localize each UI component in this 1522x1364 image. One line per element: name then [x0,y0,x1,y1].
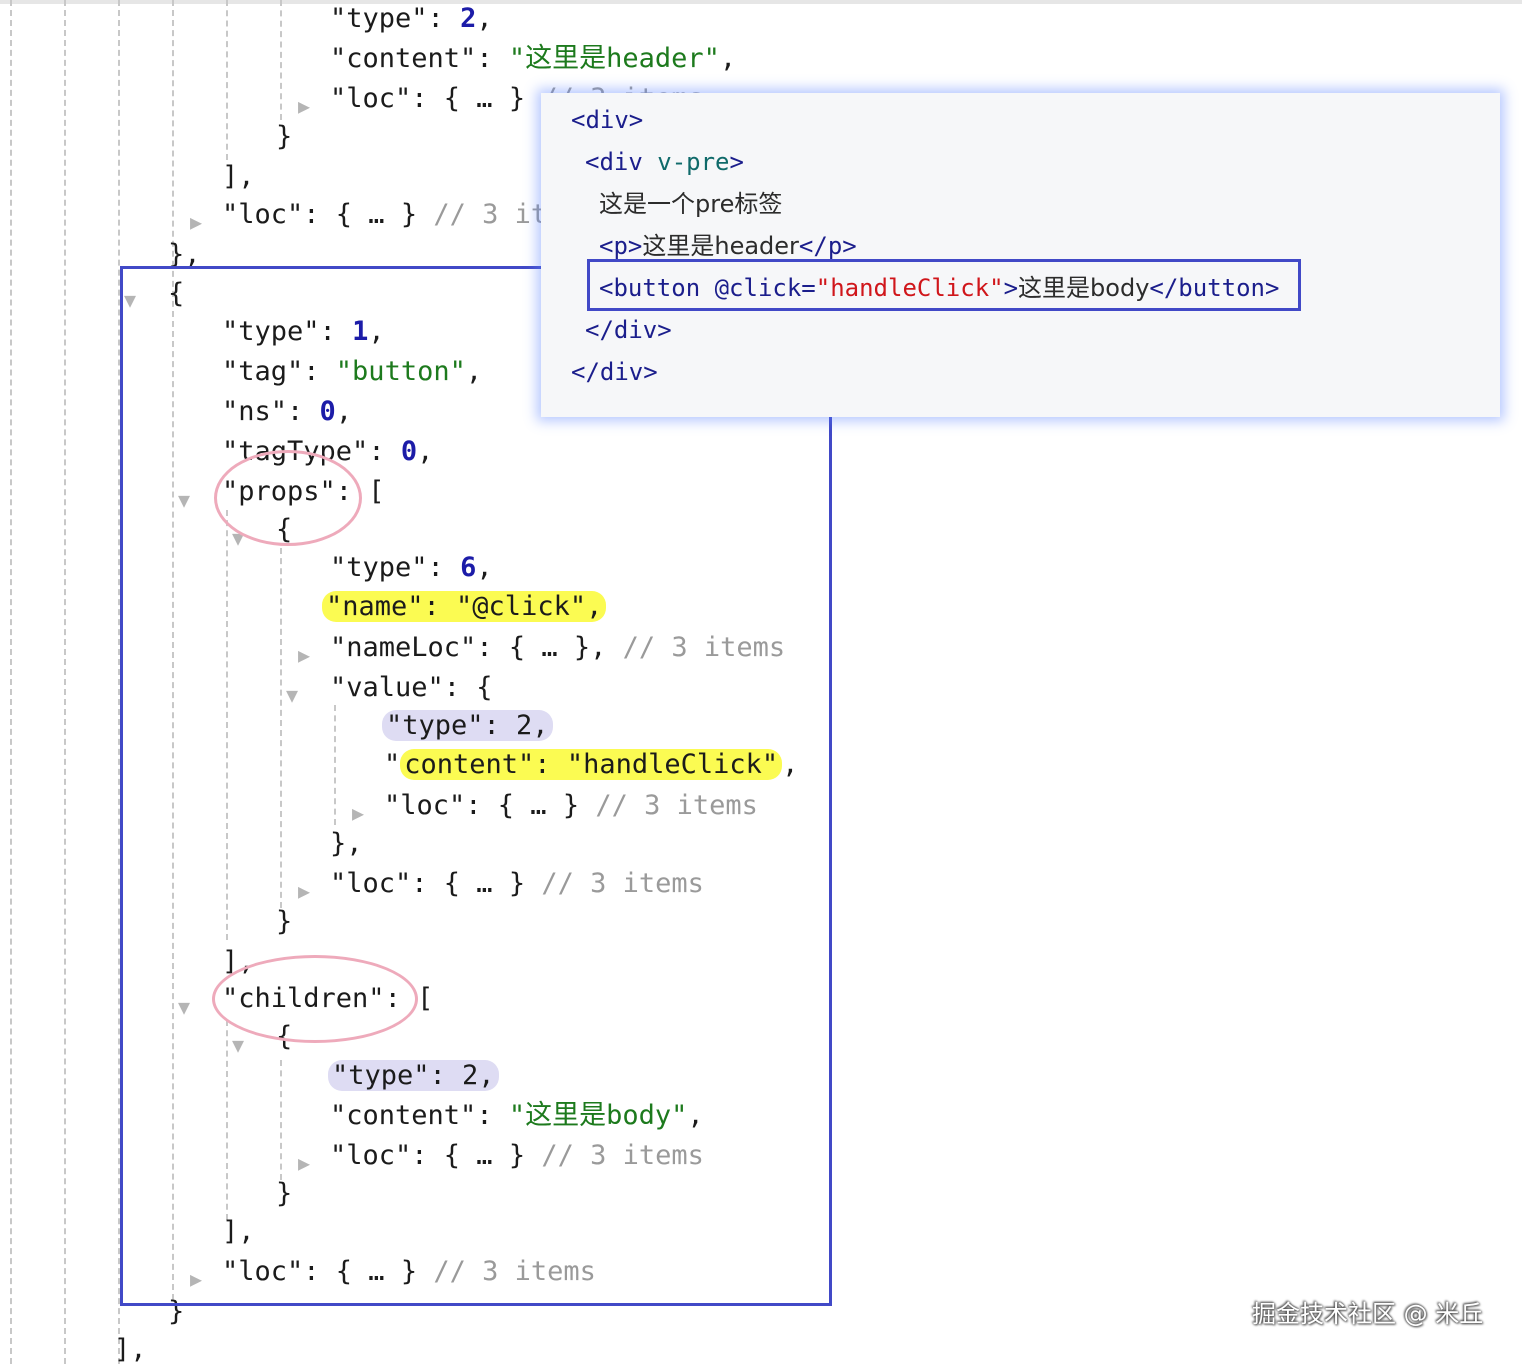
annotation-box-button-tag [587,259,1301,311]
template-line: <div> [571,105,643,135]
json-key: "loc" [330,83,412,114]
json-punct: : [476,43,509,74]
template-line: <div v-pre> [585,147,744,177]
annotation-circle-props [214,450,362,546]
template-line: </div> [571,357,658,387]
json-string: "这里是header" [508,43,720,74]
tag-token: <p> [599,232,643,260]
tag-token: </p> [798,232,857,260]
indent-guide [280,0,282,120]
top-border [0,0,1522,4]
expand-arrow-icon[interactable]: ▶ [298,96,310,116]
indent-guide [226,0,228,160]
tag-token: > [729,148,744,176]
json-punct: } [276,121,293,152]
annotation-circle-children [212,955,418,1043]
json-line: ], [222,158,255,196]
json-punct: , [476,3,493,34]
json-line: ], [114,1331,147,1364]
expand-arrow-icon[interactable]: ▶ [190,212,202,232]
json-viewer: ▶ ▶ ▼ ▼ ▼ ▶ ▼ ▶ ▶ ▼ ▼ ▶ ▶ "type": 2, "con… [0,0,1522,1364]
template-text: 这是一个pre标签 [599,190,783,218]
json-line: "content": "这里是header", [330,40,736,78]
json-key: "loc" [222,199,304,230]
json-punct: , [719,43,737,74]
indent-guide [10,0,12,1364]
tag-token: </div> [585,316,672,344]
attribute-name: v-pre [657,148,730,176]
template-line: </div> [585,315,672,345]
tag-token: <div [585,148,658,176]
json-punct: : { … } [303,199,434,230]
watermark: 掘金技术社区 @ 米丘 [1252,1300,1484,1328]
template-line: <p>这里是header</p> [599,231,857,261]
json-number: 2 [460,3,477,34]
json-punct: : [427,3,461,34]
json-key: "type" [330,3,428,34]
json-punct: : { … } [411,83,542,114]
annotation-box-button-node [120,266,832,1306]
tag-token: </div> [571,358,658,386]
json-punct: ], [222,161,255,192]
json-key: "content" [330,43,477,74]
json-punct: ], [114,1334,147,1364]
template-code-popup: <div> <div v-pre> 这是一个pre标签 <p>这里是header</p… [541,93,1500,417]
tag-token: <div> [571,106,644,134]
template-text: 这里是header [642,232,799,260]
indent-guide [64,0,66,1364]
json-line: "loc": { … } // 3 items [222,196,596,234]
json-line: } [276,118,292,156]
json-line: "type": 2, [330,0,493,38]
template-line: 这是一个pre标签 [599,189,782,219]
